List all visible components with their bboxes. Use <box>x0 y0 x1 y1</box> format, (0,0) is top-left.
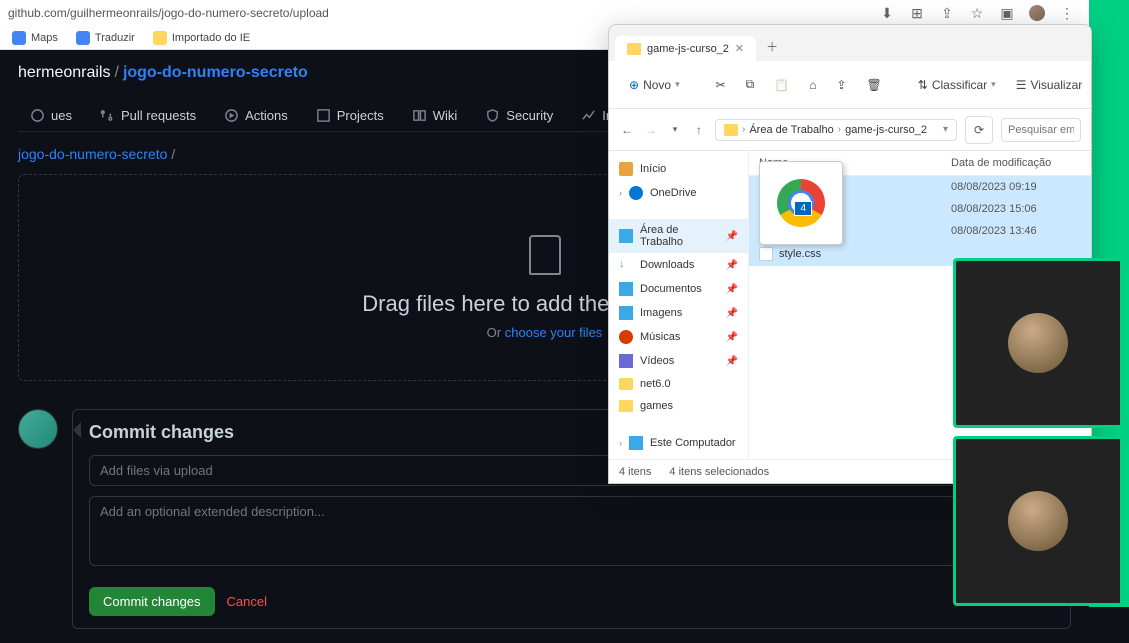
tab-security[interactable]: Security <box>473 100 565 131</box>
bookmark-item[interactable]: Maps <box>12 31 58 45</box>
sidebar-item-desktop[interactable]: Área de Trabalho📌 <box>609 219 748 253</box>
menu-icon[interactable]: ⋮ <box>1059 5 1075 21</box>
pin-icon: 📌 <box>726 260 738 271</box>
sidebar-item-onedrive[interactable]: ›OneDrive <box>609 181 748 205</box>
sidebar-item-music[interactable]: Músicas📌 <box>609 325 748 349</box>
maps-icon <box>12 31 26 45</box>
col-date-header[interactable]: Data de modificação <box>951 157 1081 169</box>
share-icon[interactable]: ⇪ <box>939 5 955 21</box>
item-count: 4 itens <box>619 466 651 478</box>
tab-issues[interactable]: ues <box>18 100 84 131</box>
addr-icons: ⬇ ⊞ ⇪ ☆ ▣ ⋮ <box>879 5 1081 21</box>
install-icon[interactable]: ⬇ <box>879 5 895 21</box>
explorer-sidebar: Início ›OneDrive Área de Trabalho📌 ↓Down… <box>609 151 749 459</box>
new-button[interactable]: ⊕Novo▾ <box>623 74 686 96</box>
path-bar[interactable]: › Área de Trabalho › game-js-curso_2 ▾ <box>715 119 957 141</box>
folder-icon <box>724 124 738 136</box>
explorer-tabs: game-js-curso_2 ✕ ＋ <box>609 25 1091 61</box>
sidebar-item-computer[interactable]: ›Este Computador <box>609 431 748 455</box>
folder-icon <box>627 43 641 55</box>
bookmark-icon[interactable]: ☆ <box>969 5 985 21</box>
tab-wiki[interactable]: Wiki <box>400 100 470 131</box>
recent-dropdown[interactable]: ▾ <box>667 124 683 135</box>
sidebar-item-images[interactable]: Imagens📌 <box>609 301 748 325</box>
pin-icon: 📌 <box>726 332 738 343</box>
owner-link[interactable]: hermeonrails <box>18 64 110 82</box>
rename-button[interactable]: ⌂ <box>803 74 822 96</box>
issues-icon <box>30 108 45 123</box>
explorer-tab[interactable]: game-js-curso_2 ✕ <box>615 36 756 61</box>
onedrive-icon <box>629 186 643 200</box>
desktop-icon <box>619 229 633 243</box>
new-tab-button[interactable]: ＋ <box>756 32 788 61</box>
explorer-nav: ← → ▾ ↑ › Área de Trabalho › game-js-cur… <box>609 109 1091 151</box>
insights-icon <box>581 108 596 123</box>
share-button[interactable]: ⇪ <box>830 74 852 96</box>
profile-avatar-icon[interactable] <box>1029 5 1045 21</box>
pin-icon: 📌 <box>726 356 738 367</box>
file-icon <box>529 235 561 275</box>
music-icon <box>619 330 633 344</box>
search-input[interactable] <box>1001 118 1081 142</box>
forward-button: → <box>643 123 659 137</box>
cut-button[interactable]: ✂ <box>710 74 732 96</box>
play-icon <box>224 108 239 123</box>
view-button[interactable]: ☰ Visualizar <box>1010 74 1089 96</box>
pin-icon: 📌 <box>726 284 738 295</box>
sidebar-item-home[interactable]: Início <box>609 157 748 181</box>
up-button[interactable]: ↑ <box>691 123 707 137</box>
repo-link[interactable]: jogo-do-numero-secreto <box>123 64 308 82</box>
sidebar-item-folder[interactable]: net6.0 <box>609 373 748 395</box>
upload-repo-link[interactable]: jogo-do-numero-secreto <box>18 146 167 162</box>
sidebar-item-documents[interactable]: Documentos📌 <box>609 277 748 301</box>
delete-button[interactable]: 🗑 <box>861 74 888 96</box>
home-icon <box>619 162 633 176</box>
close-icon[interactable]: ✕ <box>735 42 744 55</box>
copy-button[interactable]: ⧉ <box>740 73 761 96</box>
docs-icon <box>619 282 633 296</box>
commit-description-input[interactable] <box>89 496 1054 566</box>
choose-files-link[interactable]: choose your files <box>505 325 603 340</box>
wiki-icon <box>412 108 427 123</box>
explorer-toolbar: ⊕Novo▾ ✂ ⧉ 📋 ⌂ ⇪ 🗑 ⇅ Classificar ▾ ☰ Vis… <box>609 61 1091 109</box>
url-text: github.com/guilhermeonrails/jogo-do-nume… <box>8 6 329 20</box>
images-icon <box>619 306 633 320</box>
bookmark-item[interactable]: Traduzir <box>76 31 135 45</box>
commit-button[interactable]: Commit changes <box>89 587 215 616</box>
translate-icon[interactable]: ⊞ <box>909 5 925 21</box>
folder-icon <box>153 31 167 45</box>
tab-pull-requests[interactable]: Pull requests <box>88 100 208 131</box>
pc-icon <box>629 436 643 450</box>
shield-icon <box>485 108 500 123</box>
pr-icon <box>100 108 115 123</box>
tab-actions[interactable]: Actions <box>212 100 300 131</box>
download-icon: ↓ <box>619 258 633 272</box>
webcam-feed-1 <box>953 258 1123 428</box>
back-button[interactable]: ← <box>619 123 635 137</box>
video-icon <box>619 354 633 368</box>
projects-icon <box>316 108 331 123</box>
folder-icon <box>619 400 633 412</box>
bookmark-item[interactable]: Importado do IE <box>153 31 250 45</box>
sidebar-item-folder[interactable]: games <box>609 395 748 417</box>
css-file-icon <box>759 247 773 261</box>
sidebar-item-downloads[interactable]: ↓Downloads📌 <box>609 253 748 277</box>
address-bar[interactable]: github.com/guilhermeonrails/jogo-do-nume… <box>0 0 1089 26</box>
pin-icon: 📌 <box>726 308 738 319</box>
avatar[interactable] <box>18 409 58 449</box>
drag-count-badge: 4 <box>794 201 812 216</box>
webcam-feed-2 <box>953 436 1123 606</box>
tab-projects[interactable]: Projects <box>304 100 396 131</box>
refresh-button[interactable]: ⟳ <box>965 116 993 144</box>
paste-button: 📋 <box>768 74 795 96</box>
sidebar-item-videos[interactable]: Vídeos📌 <box>609 349 748 373</box>
window-icon[interactable]: ▣ <box>999 5 1015 21</box>
sort-button[interactable]: ⇅ Classificar ▾ <box>912 74 1002 96</box>
selection-count: 4 itens selecionados <box>669 466 769 478</box>
folder-icon <box>619 378 633 390</box>
pin-icon: 📌 <box>726 231 738 242</box>
drag-ghost: 4 <box>759 161 843 245</box>
translate-bm-icon <box>76 31 90 45</box>
